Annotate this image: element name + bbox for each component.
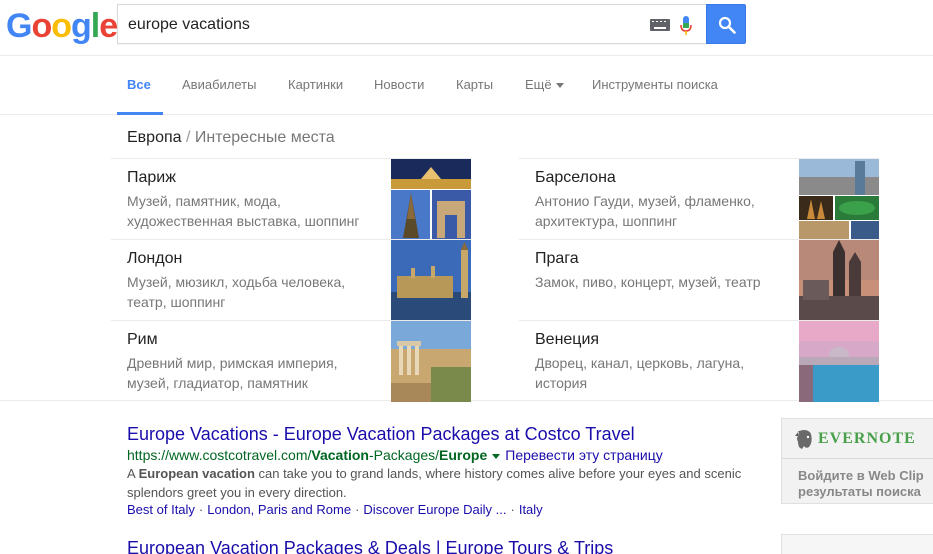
search-box	[117, 4, 707, 44]
result-url-bold: Vacation	[311, 447, 369, 463]
place-card-london[interactable]: Лондон Музей, мюзикл, ходьба человека, т…	[111, 239, 471, 321]
search-result: European Vacation Packages & Deals | Eur…	[127, 538, 767, 554]
sitelink[interactable]: Best of Italy	[127, 502, 195, 517]
barcelona-photo	[799, 159, 879, 240]
translate-link[interactable]: Перевести эту страницу	[505, 447, 662, 463]
logo-letter: l	[90, 7, 101, 45]
place-description: Антонио Гауди, музей, фламенко, архитект…	[535, 193, 755, 229]
snippet-bold: European vacation	[138, 466, 255, 481]
tab-news[interactable]: Новости	[374, 77, 424, 92]
rome-photo	[391, 321, 471, 402]
tab-flights[interactable]: Авиабилеты	[182, 77, 256, 92]
place-name: Лондон	[127, 250, 183, 267]
place-description: Музей, памятник, мода, художественная вы…	[127, 193, 360, 229]
place-card-barcelona[interactable]: Барселона Антонио Гауди, музей, фламенко…	[519, 158, 879, 240]
paris-photo	[391, 159, 471, 240]
elephant-icon	[795, 430, 812, 449]
logo-letter: g	[71, 7, 92, 45]
place-name: Венеция	[535, 331, 600, 348]
result-url-bold: Europe	[439, 447, 488, 463]
search-tabs: Все Авиабилеты Картинки Новости Карты Ещ…	[0, 57, 933, 115]
microphone-icon[interactable]	[679, 15, 693, 37]
search-button[interactable]	[706, 4, 746, 44]
result-title-link[interactable]: European Vacation Packages & Deals | Eur…	[127, 538, 767, 554]
tab-more-label: Ещё	[525, 77, 552, 92]
place-name: Рим	[127, 331, 158, 348]
logo-letter: e	[99, 7, 118, 45]
place-card-prague[interactable]: Прага Замок, пиво, концерт, музей, театр	[519, 239, 879, 321]
logo-letter: o	[51, 7, 72, 45]
evernote-panel[interactable]: EVERNOTE Войдите в Web Clip результаты п…	[781, 418, 933, 504]
prague-photo	[799, 240, 879, 321]
venice-photo	[799, 321, 879, 402]
place-description: Дворец, канал, церковь, лагуна, история	[535, 355, 745, 391]
sitelink-separator: ·	[355, 502, 360, 517]
place-name: Прага	[535, 250, 579, 267]
carousel-title-sub: Интересные места	[194, 129, 335, 146]
snippet-text: A	[127, 466, 139, 481]
tab-images[interactable]: Картинки	[288, 77, 343, 92]
search-icon	[718, 16, 736, 34]
evernote-panel-lower	[781, 534, 933, 554]
place-description: Музей, мюзикл, ходьба человека, театр, ш…	[127, 274, 346, 310]
google-logo[interactable]: Google	[6, 7, 118, 45]
search-result: Europe Vacations - Europe Vacation Packa…	[127, 424, 767, 517]
sitelink-separator: ·	[510, 502, 515, 517]
carousel-title: Европа / Интересные места	[127, 129, 335, 147]
evernote-line: Войдите в Web Clip	[798, 468, 924, 483]
london-photo	[391, 240, 471, 321]
result-url-prefix: https://www.costcotravel.com/	[127, 447, 312, 463]
result-snippet: A European vacation can take you to gran…	[127, 464, 767, 502]
place-name: Париж	[127, 169, 176, 186]
tab-maps[interactable]: Карты	[456, 77, 493, 92]
chevron-down-icon	[555, 83, 564, 89]
tab-all[interactable]: Все	[127, 77, 151, 92]
place-card-paris[interactable]: Париж Музей, памятник, мода, художествен…	[111, 158, 471, 240]
sitelink[interactable]: Discover Europe Daily ...	[363, 502, 506, 517]
evernote-line: результаты поиска	[798, 484, 921, 499]
evernote-name: EVERNOTE	[818, 430, 916, 447]
place-name: Барселона	[535, 169, 616, 186]
evernote-header: EVERNOTE	[782, 419, 933, 459]
carousel-title-main[interactable]: Европа	[127, 129, 182, 146]
logo-letter: o	[31, 7, 52, 45]
places-carousel: Европа / Интересные места Париж Музей, п…	[0, 116, 933, 402]
sitelink-separator: ·	[198, 502, 204, 517]
place-card-venice[interactable]: Венеция Дворец, канал, церковь, лагуна, …	[519, 320, 879, 402]
chevron-down-icon[interactable]	[492, 453, 501, 459]
logo-letter: G	[6, 7, 32, 45]
place-card-rome[interactable]: Рим Древний мир, римская империя, музей,…	[111, 320, 471, 402]
carousel-title-separator: /	[185, 129, 191, 146]
tab-search-tools[interactable]: Инструменты поиска	[592, 77, 718, 92]
sitelink[interactable]: Italy	[519, 502, 543, 517]
tab-more[interactable]: Ещё	[525, 77, 564, 92]
header: Google	[0, 0, 933, 56]
result-url: https://www.costcotravel.com/Vacation-Pa…	[127, 447, 767, 463]
place-description: Замок, пиво, концерт, музей, театр	[535, 274, 761, 290]
active-tab-indicator	[117, 112, 163, 115]
result-title-link[interactable]: Europe Vacations - Europe Vacation Packa…	[127, 424, 767, 445]
result-url-mid: -Packages/	[369, 447, 440, 463]
sitelink[interactable]: London, Paris and Rome	[207, 502, 351, 517]
place-description: Древний мир, римская империя, музей, гла…	[127, 355, 338, 391]
result-sitelinks: Best of Italy · London, Paris and Rome · Dis…	[127, 502, 767, 517]
search-input[interactable]	[128, 13, 628, 37]
evernote-message: Войдите в Web Clip результаты поиска	[798, 468, 933, 500]
keyboard-icon[interactable]	[650, 19, 670, 31]
